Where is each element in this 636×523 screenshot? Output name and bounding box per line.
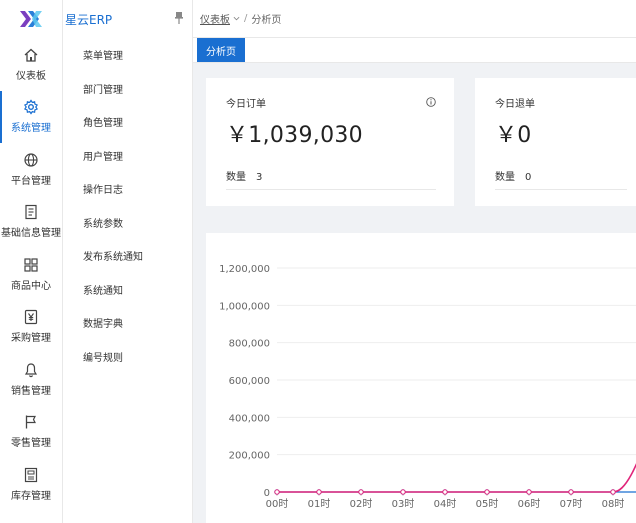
rail-item-purchasing[interactable]: 采购管理 xyxy=(0,301,62,354)
flag-icon xyxy=(25,415,36,429)
y-tick-label: 1,000,000 xyxy=(219,301,270,312)
rail-item-system[interactable]: 系统管理 xyxy=(0,90,62,144)
card-title: 今日订单 xyxy=(226,99,266,110)
submenu-item-publish-notice[interactable]: 发布系统通知 xyxy=(63,239,192,273)
data-point xyxy=(526,489,532,495)
y-tick-label: 600,000 xyxy=(229,376,270,387)
breadcrumb: 仪表板 / 分析页 xyxy=(200,11,281,26)
logo-icon xyxy=(20,11,42,27)
hourly-sales-chart: 0 200,000 400,000 600,000 800,000 1,000,000 1,… xyxy=(219,264,636,510)
returns-card: 今日退单 ￥0 数量 0 xyxy=(475,78,636,206)
submenu-item-user[interactable]: 用户管理 xyxy=(63,139,192,173)
rail-item-label: 基础信息管理 xyxy=(1,228,61,240)
y-tick-label: 200,000 xyxy=(229,451,270,462)
submenu-item-menu[interactable]: 菜单管理 xyxy=(63,38,192,72)
breadcrumb-separator: / xyxy=(244,13,248,24)
data-point xyxy=(274,489,280,495)
data-point xyxy=(358,489,364,495)
x-tick-label: 02时 xyxy=(350,498,373,510)
home-icon xyxy=(24,48,38,62)
rail-item-label: 商品中心 xyxy=(11,280,51,292)
card-footer: 数量 0 xyxy=(495,168,531,183)
rail-item-label: 销售管理 xyxy=(11,385,51,397)
info-icon[interactable] xyxy=(426,97,436,107)
rail-item-sales[interactable]: 销售管理 xyxy=(0,353,62,406)
divider xyxy=(495,189,627,190)
gear-icon xyxy=(24,99,38,115)
x-tick-label: 01时 xyxy=(308,498,331,510)
rail-item-dashboard[interactable]: 仪表板 xyxy=(0,38,62,91)
divider xyxy=(226,189,436,190)
grid-icon xyxy=(24,258,38,272)
primary-rail: 仪表板 系统管理 平台管理 基础信息管理 商品中心 采购管理 销售管理 零售管理… xyxy=(0,0,63,523)
y-tick-label: 400,000 xyxy=(229,413,270,424)
tab-bar: 分析页 xyxy=(193,38,636,63)
y-tick-label: 0 xyxy=(264,488,270,499)
count-value: 3 xyxy=(256,172,263,183)
rail-item-label: 库存管理 xyxy=(11,490,51,502)
rail-item-label: 零售管理 xyxy=(11,438,51,450)
rail-item-label: 平台管理 xyxy=(11,175,51,187)
submenu-item-dictionary[interactable]: 数据字典 xyxy=(63,306,192,340)
rail-item-inventory[interactable]: 库存管理 xyxy=(0,458,62,511)
data-point xyxy=(568,489,574,495)
data-point xyxy=(316,489,322,495)
document-icon xyxy=(25,205,37,220)
x-tick-label: 00时 xyxy=(266,498,289,510)
submenu-item-numbering[interactable]: 编号规则 xyxy=(63,340,192,374)
data-point xyxy=(484,489,490,495)
count-label: 数量 xyxy=(226,172,246,183)
submenu-item-notice[interactable]: 系统通知 xyxy=(63,273,192,307)
rail-item-platform[interactable]: 平台管理 xyxy=(0,143,62,196)
card-title: 今日退单 xyxy=(495,99,535,110)
count-value: 0 xyxy=(525,172,532,183)
app-logo[interactable] xyxy=(0,0,62,38)
rail-item-retail[interactable]: 零售管理 xyxy=(0,406,62,459)
submenu-item-department[interactable]: 部门管理 xyxy=(63,72,192,106)
count-label: 数量 xyxy=(495,172,515,183)
y-tick-label: 800,000 xyxy=(229,339,270,350)
data-point xyxy=(442,489,448,495)
x-tick-label: 05时 xyxy=(476,498,499,510)
x-tick-label: 07时 xyxy=(560,498,583,510)
submenu-header: 星云ERP xyxy=(63,0,192,38)
pin-icon[interactable] xyxy=(174,11,184,25)
rail-item-label: 采购管理 xyxy=(11,333,51,345)
submenu-item-oplog[interactable]: 操作日志 xyxy=(63,172,192,206)
card-value: ￥0 xyxy=(495,123,532,148)
bell-icon xyxy=(24,363,38,377)
breadcrumb-root[interactable]: 仪表板 xyxy=(200,11,230,26)
inventory-icon xyxy=(24,467,38,482)
rail-item-basic-info[interactable]: 基础信息管理 xyxy=(0,196,62,249)
x-tick-label: 06时 xyxy=(518,498,541,510)
card-footer: 数量 3 xyxy=(226,168,262,183)
rail-item-label: 仪表板 xyxy=(16,70,46,82)
top-bar: 仪表板 / 分析页 xyxy=(193,0,636,38)
x-tick-label: 08时 xyxy=(602,498,625,510)
rail-item-label: 系统管理 xyxy=(11,123,51,135)
x-tick-label: 04时 xyxy=(434,498,457,510)
submenu-item-params[interactable]: 系统参数 xyxy=(63,206,192,240)
rail-item-products[interactable]: 商品中心 xyxy=(0,248,62,301)
card-value: ￥1,039,030 xyxy=(226,123,363,148)
y-tick-label: 1,200,000 xyxy=(219,264,270,275)
orders-card: 今日订单 ￥1,039,030 数量 3 xyxy=(206,78,454,206)
breadcrumb-current: 分析页 xyxy=(251,15,282,26)
submenu-item-role[interactable]: 角色管理 xyxy=(63,105,192,139)
submenu-panel: 星云ERP 菜单管理 部门管理 角色管理 用户管理 操作日志 系统参数 发布系统… xyxy=(63,0,193,523)
brand-name: 星云ERP xyxy=(65,12,113,27)
sales-chart-card: 0 200,000 400,000 600,000 800,000 1,000,000 1,… xyxy=(206,233,636,523)
chevron-down-icon[interactable] xyxy=(233,15,240,22)
tab-analysis[interactable]: 分析页 xyxy=(197,38,245,62)
globe-icon xyxy=(24,153,38,167)
data-point xyxy=(400,489,406,495)
data-point xyxy=(610,489,616,495)
x-tick-label: 03时 xyxy=(392,498,415,510)
yen-icon xyxy=(24,310,38,325)
